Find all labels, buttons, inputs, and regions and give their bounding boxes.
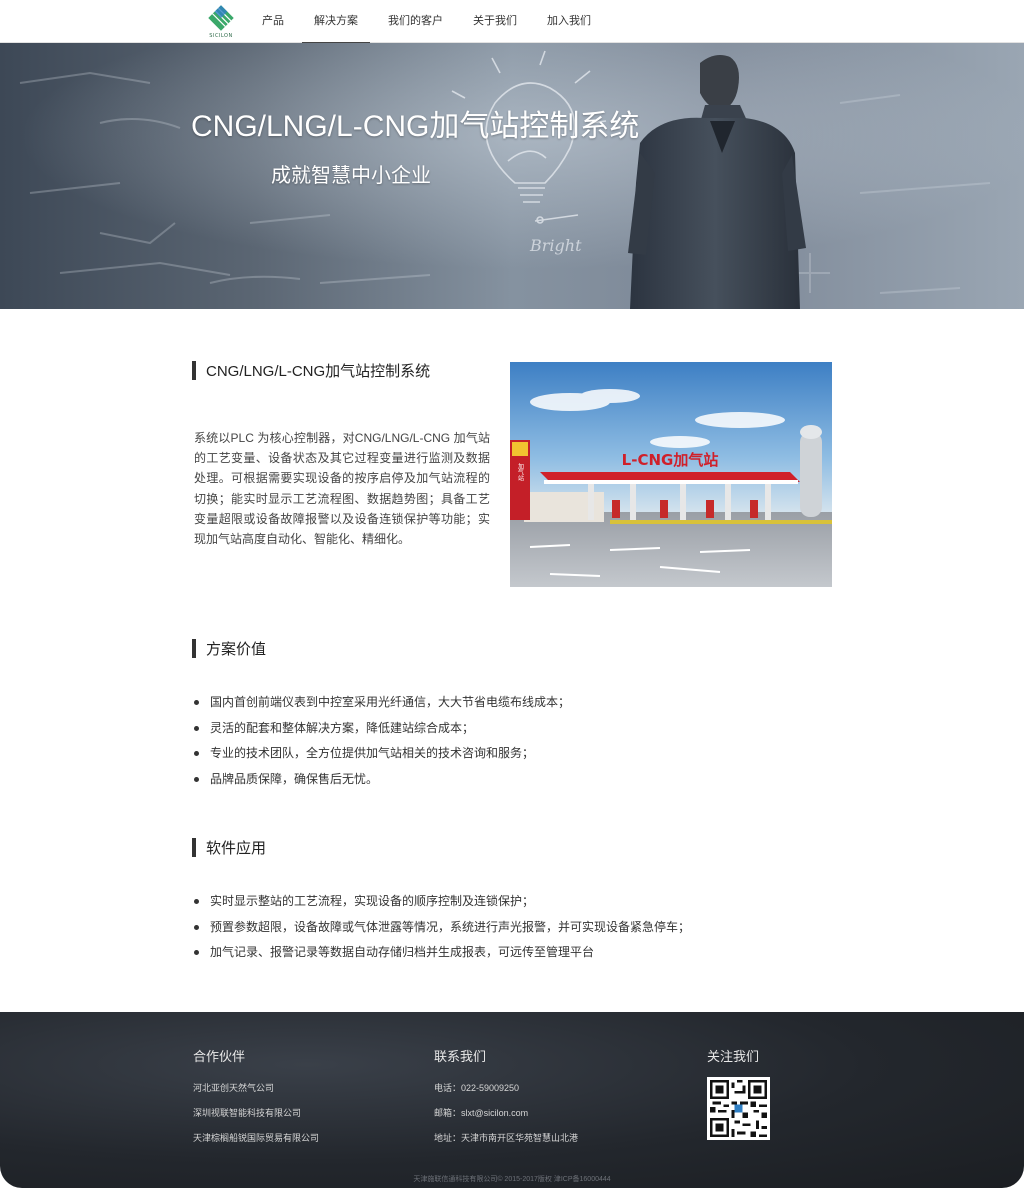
intro-paragraph: 系统以PLC 为核心控制器，对CNG/LNG/L-CNG 加气站的工艺变量、设备… bbox=[194, 431, 490, 547]
list-item: 国内首创前端仪表到中控室采用光纤通信，大大节省电缆布线成本； bbox=[194, 690, 570, 716]
bright-sketch-text: Bright bbox=[529, 236, 582, 255]
logo-text: SICILON bbox=[209, 33, 233, 39]
list-item-text: 加气记录、报警记录等数据自动存储归档并生成报表，可远传至管理平台 bbox=[210, 945, 595, 959]
hero-background-image: Bright bbox=[0, 43, 1024, 309]
copyright-text: 天津施联信通科技有限公司© 2015-2017版权 津ICP备16000444 bbox=[413, 1176, 611, 1183]
list-item: 专业的技术团队，全方位提供加气站相关的技术咨询和服务； bbox=[194, 741, 570, 767]
gas-station-illustration: L-CNG加气站 加气站 bbox=[510, 362, 832, 587]
bullet-dot-icon bbox=[194, 776, 199, 782]
contact-title: 联系我们 bbox=[434, 1049, 487, 1064]
bullet-dot-icon bbox=[194, 700, 199, 705]
intro-heading: CNG/LNG/L-CNG加气站控制系统 bbox=[192, 360, 430, 380]
partners-title: 合作伙伴 bbox=[193, 1049, 246, 1064]
pylon-sign-text: 加气站 bbox=[517, 462, 524, 482]
gas-station-photo: L-CNG加气站 加气站 bbox=[510, 362, 832, 587]
list-item-text: 国内首创前端仪表到中控室采用光纤通信，大大节省电缆布线成本； bbox=[210, 695, 571, 709]
hero-banner: Bright CNG/LNG/L-CNG加气站控制系统 成就智慧中小企业 bbox=[0, 43, 1024, 309]
bullet-dot-icon bbox=[194, 899, 199, 904]
intro-heading-text: CNG/LNG/L-CNG加气站控制系统 bbox=[206, 362, 431, 380]
bullet-dot-icon bbox=[194, 725, 199, 731]
bullet-dot-icon bbox=[194, 950, 199, 955]
heading-bar bbox=[192, 837, 196, 857]
heading-bar bbox=[192, 638, 196, 658]
nav-item-join[interactable]: 加入我们 bbox=[535, 0, 603, 43]
contact-email[interactable]: 邮箱：slxt@sicilon.com bbox=[434, 1106, 528, 1119]
list-item: 灵活的配套和整体解决方案，降低建站综合成本； bbox=[194, 716, 570, 742]
nav-item-about[interactable]: 关于我们 bbox=[461, 0, 529, 43]
software-heading: 软件应用 bbox=[192, 837, 266, 857]
qr-code-graphic bbox=[710, 1080, 767, 1137]
list-item: 加气记录、报警记录等数据自动存储归档并生成报表，可远传至管理平台 bbox=[194, 940, 690, 966]
nav-item-customers[interactable]: 我们的客户 bbox=[376, 0, 455, 43]
company-logo[interactable]: SICILON bbox=[206, 4, 236, 40]
list-item: 预置参数超限，设备故障或气体泄露等情况，系统进行声光报警，并可实现设备紧急停车； bbox=[194, 915, 690, 941]
canopy-sign-text: L-CNG加气站 bbox=[622, 451, 719, 469]
nav-item-solutions[interactable]: 解决方案 bbox=[302, 0, 370, 44]
list-item: 品牌品质保障，确保售后无忧。 bbox=[194, 767, 570, 793]
list-item-text: 预置参数超限，设备故障或气体泄露等情况，系统进行声光报警，并可实现设备紧急停车； bbox=[210, 919, 691, 934]
bullet-dot-icon bbox=[194, 924, 199, 930]
contact-phone: 电话：022-59009250 bbox=[434, 1083, 520, 1093]
list-item-text: 灵活的配套和整体解决方案，降低建站综合成本； bbox=[210, 720, 475, 735]
list-item-text: 专业的技术团队，全方位提供加气站相关的技术咨询和服务； bbox=[210, 746, 535, 760]
wechat-qr-code-icon bbox=[707, 1077, 770, 1140]
software-list: 实时显示整站的工艺流程，实现设备的顺序控制及连锁保护； 预置参数超限，设备故障或… bbox=[194, 889, 690, 966]
partner-link[interactable]: 深圳视联智能科技有限公司 bbox=[193, 1106, 301, 1119]
list-item-text: 品牌品质保障，确保售后无忧。 bbox=[210, 771, 379, 786]
hero-title: CNG/LNG/L-CNG加气站控制系统 bbox=[191, 110, 640, 143]
main-nav: 产品 解决方案 我们的客户 关于我们 加入我们 bbox=[250, 0, 603, 44]
value-heading-text: 方案价值 bbox=[206, 640, 267, 658]
follow-title: 关注我们 bbox=[707, 1049, 760, 1064]
heading-bar bbox=[192, 360, 196, 380]
partner-link[interactable]: 河北亚创天然气公司 bbox=[193, 1081, 274, 1094]
partner-link[interactable]: 天津棕榈船锐国际贸易有限公司 bbox=[193, 1131, 319, 1144]
value-heading: 方案价值 bbox=[192, 638, 266, 658]
site-footer: 合作伙伴 河北亚创天然气公司 深圳视联智能科技有限公司 天津棕榈船锐国际贸易有限… bbox=[0, 1012, 1024, 1188]
top-nav-bar: SICILON 产品 解决方案 我们的客户 关于我们 加入我们 bbox=[0, 0, 1024, 44]
hero-subtitle: 成就智慧中小企业 bbox=[271, 165, 431, 187]
software-heading-text: 软件应用 bbox=[206, 839, 267, 857]
nav-item-products[interactable]: 产品 bbox=[250, 0, 296, 43]
logo-mark-icon bbox=[208, 5, 234, 31]
bullet-dot-icon bbox=[194, 751, 199, 756]
contact-address: 地址：天津市南开区华苑智慧山北港 bbox=[434, 1133, 579, 1143]
list-item-text: 实时显示整站的工艺流程，实现设备的顺序控制及连锁保护； bbox=[210, 894, 535, 908]
list-item: 实时显示整站的工艺流程，实现设备的顺序控制及连锁保护； bbox=[194, 889, 690, 915]
value-list: 国内首创前端仪表到中控室采用光纤通信，大大节省电缆布线成本； 灵活的配套和整体解… bbox=[194, 690, 570, 792]
